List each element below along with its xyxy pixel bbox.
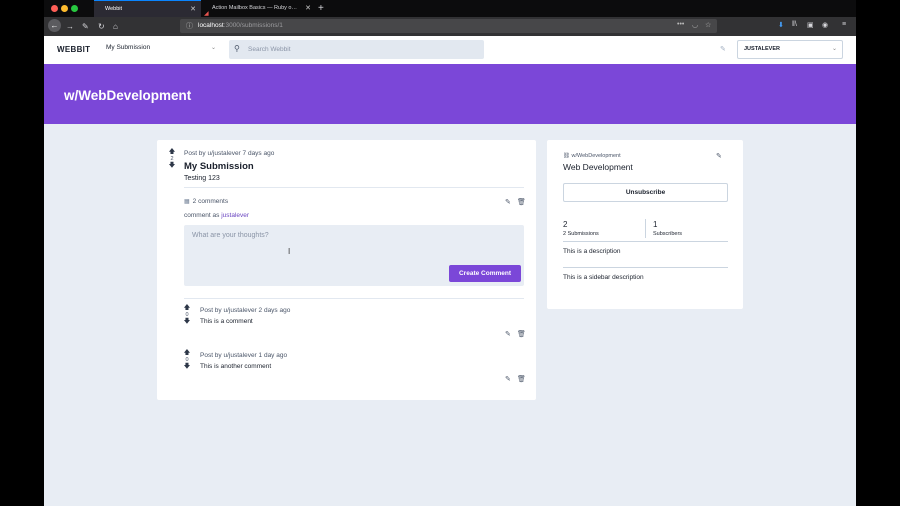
brand-logo[interactable]: WEBBIT xyxy=(57,45,90,54)
upvote-arrow-icon[interactable]: 🡅 xyxy=(183,349,191,356)
post-body: Testing 123 xyxy=(184,175,220,182)
edit-community-icon[interactable]: ✎ xyxy=(716,152,722,160)
close-tab-icon[interactable]: ✕ xyxy=(190,1,196,18)
post-title: My Submission xyxy=(184,161,254,172)
menu-icon[interactable]: ≡ xyxy=(842,21,846,28)
browser-window: Webbit ✕ ◢ Action Mailbox Basics — Ruby … xyxy=(44,0,856,506)
tab-label: Action Mailbox Basics — Ruby on Rails xyxy=(212,5,300,11)
close-window-button[interactable] xyxy=(51,5,58,12)
community-select[interactable]: My Submission ⌄ xyxy=(106,44,216,55)
edit-comment-icon[interactable]: ✎ xyxy=(505,375,511,383)
main-content: 🡅 2 🡇 Post by u/justalever 7 days ago My… xyxy=(44,124,856,506)
user-select[interactable]: JUSTALEVER ⌄ xyxy=(737,40,843,59)
delete-comment-icon[interactable]: 🗑 xyxy=(517,330,526,338)
comment-body: This is another comment xyxy=(200,363,272,370)
pencil-icon[interactable]: ✎ xyxy=(720,45,726,53)
divider xyxy=(184,187,524,188)
upvote-arrow-icon[interactable]: 🡅 xyxy=(168,148,176,155)
tab-bar: Webbit ✕ ◢ Action Mailbox Basics — Ruby … xyxy=(44,0,856,17)
account-icon[interactable]: ◉ xyxy=(822,21,828,29)
subscribers-count: 1 xyxy=(653,220,658,229)
tab-webbit[interactable]: Webbit ✕ xyxy=(94,0,201,17)
community-sidebar: ⛓ w/WebDevelopment Web Development ✎ Uns… xyxy=(547,140,743,309)
downvote-arrow-icon[interactable]: 🡇 xyxy=(183,318,191,325)
reload-icon[interactable]: ↻ xyxy=(98,21,105,32)
comment-as-user-link[interactable]: justalever xyxy=(221,212,249,219)
search-placeholder: Search Webbit xyxy=(248,46,291,53)
download-icon[interactable]: ⬇ xyxy=(778,21,784,29)
comment-as: comment as justalever xyxy=(184,212,250,219)
comment-meta: Post by u/justalever 2 days ago xyxy=(200,307,291,314)
delete-comment-icon[interactable]: 🗑 xyxy=(517,375,526,383)
back-arrow-icon[interactable]: ← xyxy=(48,19,61,32)
comment-meta: Post by u/justalever 1 day ago xyxy=(200,352,288,359)
comment-vote: 🡅 0 🡇 xyxy=(183,304,191,325)
submissions-label: 2 Submissions xyxy=(563,231,599,237)
search-input[interactable]: ⚲ Search Webbit xyxy=(229,40,484,59)
submissions-count: 2 xyxy=(563,220,568,229)
sidebar-description: This is a sidebar description xyxy=(563,274,644,281)
url-bar[interactable]: ⓘ localhost:3000/submissions/1 ••• ◡ ☆ xyxy=(180,19,717,33)
community-banner: w/WebDevelopment xyxy=(44,64,856,124)
library-icon[interactable]: ‖\ xyxy=(792,21,797,28)
downvote-arrow-icon[interactable]: 🡇 xyxy=(168,162,176,169)
forward-arrow-icon[interactable]: → xyxy=(66,21,74,32)
subscribers-label: Subscribers xyxy=(653,231,683,237)
post-meta: Post by u/justalever 7 days ago xyxy=(184,150,275,157)
edit-post-icon[interactable]: ✎ xyxy=(505,198,511,206)
tab-label: Webbit xyxy=(105,6,123,12)
link-icon: ⛓ xyxy=(563,153,570,159)
url-text: localhost:3000/submissions/1 xyxy=(198,22,283,29)
community-tag[interactable]: ⛓ w/WebDevelopment xyxy=(563,153,621,159)
edit-comment-icon[interactable]: ✎ xyxy=(505,330,511,338)
app-navbar: WEBBIT My Submission ⌄ ⚲ Search Webbit ✎… xyxy=(44,36,856,64)
divider xyxy=(184,298,524,299)
maximize-window-button[interactable] xyxy=(71,5,78,12)
text-cursor-icon: I xyxy=(288,247,291,256)
pocket-icon[interactable]: ◡ xyxy=(692,21,698,29)
stat-divider xyxy=(645,219,646,238)
info-icon[interactable]: ⓘ xyxy=(186,21,193,31)
unsubscribe-button[interactable]: Unsubscribe xyxy=(563,183,728,202)
wrench-icon[interactable]: ✎ xyxy=(82,21,89,32)
tab-action-mailbox[interactable]: ◢ Action Mailbox Basics — Ruby on Rails … xyxy=(201,0,316,17)
submission-card: 🡅 2 🡇 Post by u/justalever 7 days ago My… xyxy=(157,140,536,400)
post-vote: 🡅 2 🡇 xyxy=(168,148,176,169)
comment-vote: 🡅 0 🡇 xyxy=(183,349,191,370)
comments-count[interactable]: ▦ 2 comments xyxy=(184,198,228,205)
upvote-arrow-icon[interactable]: 🡅 xyxy=(183,304,191,311)
close-tab-icon[interactable]: ✕ xyxy=(305,0,311,17)
bookmark-star-icon[interactable]: ☆ xyxy=(705,21,711,29)
search-icon: ⚲ xyxy=(234,44,240,53)
more-dots-icon[interactable]: ••• xyxy=(677,21,684,28)
new-tab-icon[interactable]: + xyxy=(318,0,324,17)
home-icon[interactable]: ⌂ xyxy=(113,21,118,32)
divider xyxy=(563,241,728,242)
comment-body: This is a comment xyxy=(200,318,253,325)
community-title: Web Development xyxy=(563,162,633,172)
divider xyxy=(563,267,728,268)
downvote-arrow-icon[interactable]: 🡇 xyxy=(183,363,191,370)
comments-icon: ▦ xyxy=(184,199,190,205)
community-description: This is a description xyxy=(563,248,621,255)
browser-toolbar: ← → ✎ ↻ ⌂ ⓘ localhost:3000/submissions/1… xyxy=(44,17,856,36)
chevron-down-icon: ⌄ xyxy=(831,46,837,52)
chevron-down-icon: ⌄ xyxy=(210,45,216,51)
minimize-window-button[interactable] xyxy=(61,5,68,12)
page-title: w/WebDevelopment xyxy=(64,88,192,103)
sidebar-icon[interactable]: ▣ xyxy=(807,21,814,29)
comment-placeholder: What are your thoughts? xyxy=(192,232,269,239)
create-comment-button[interactable]: Create Comment xyxy=(449,265,521,282)
delete-post-icon[interactable]: 🗑 xyxy=(517,198,526,206)
